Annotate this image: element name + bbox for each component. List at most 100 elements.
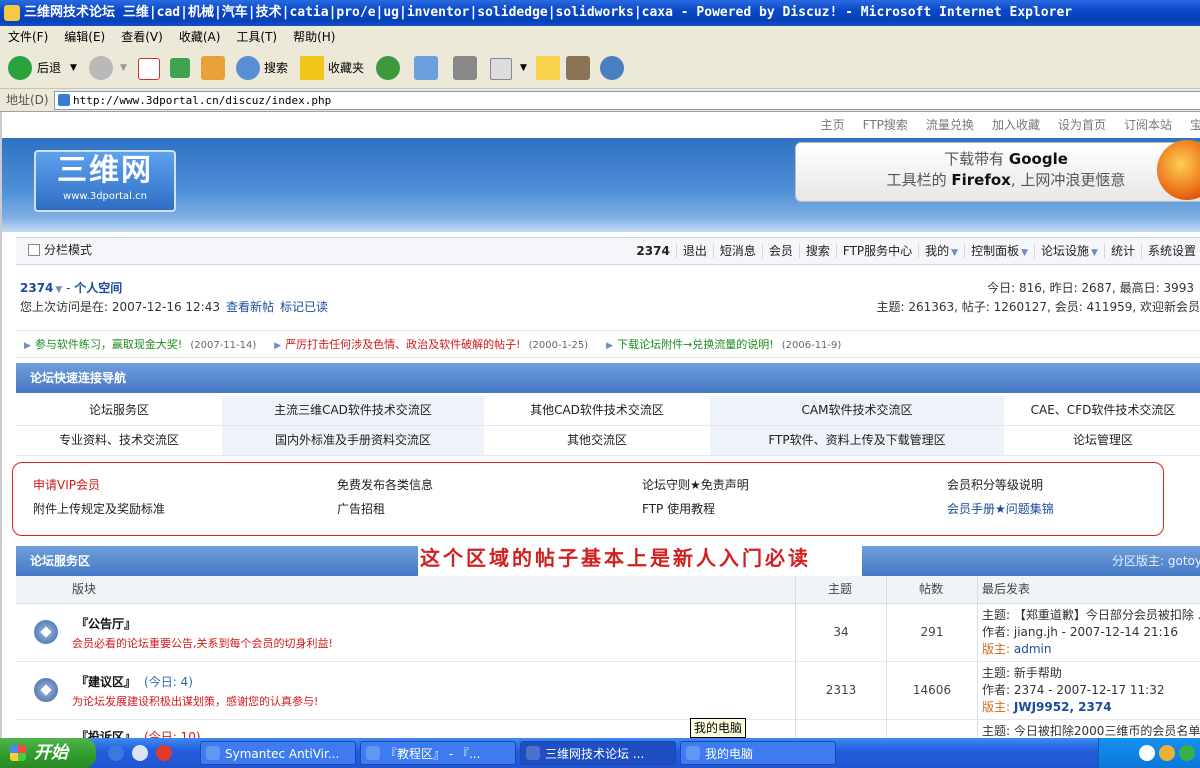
- top-link-cut[interactable]: 宝: [1190, 118, 1200, 132]
- task-symantec[interactable]: Symantec AntiVir...: [200, 741, 356, 765]
- forum-name[interactable]: 『建议区』 (今日: 4): [76, 673, 193, 690]
- nav-my[interactable]: 我的 ▼: [918, 244, 965, 258]
- forum-row[interactable]: 『投诉区』 (今日: 10) 主题: 今日被扣除2000三维币的会员名单: [16, 720, 1200, 738]
- last-post-author[interactable]: 作者: 2374 - 2007-12-17 11:32: [982, 682, 1165, 699]
- quicknav-link[interactable]: 论坛管理区: [1004, 426, 1200, 455]
- last-post-topic[interactable]: 主题: 新手帮助: [982, 665, 1165, 682]
- nav-facilities[interactable]: 论坛设施 ▼: [1034, 244, 1104, 258]
- user-dropdown-icon[interactable]: ▼: [55, 285, 62, 295]
- print-icon[interactable]: [453, 56, 477, 80]
- quicknav-link[interactable]: 论坛服务区: [16, 396, 222, 425]
- forum-row[interactable]: 『建议区』 (今日: 4) 为论坛发展建设积极出谋划策，感谢您的认真参与! 231…: [16, 662, 1200, 720]
- research-icon[interactable]: [566, 56, 590, 80]
- last-post-topic[interactable]: 主题: 【郑重道歉】今日部分会员被扣除 ...: [982, 607, 1200, 624]
- points-link[interactable]: 会员积分等级说明: [947, 476, 1043, 493]
- last-post-topic[interactable]: 主题: 今日被扣除2000三维币的会员名单: [982, 723, 1200, 738]
- menu-help[interactable]: 帮助(H): [285, 26, 343, 48]
- quicknav-link[interactable]: 主流三维CAD软件技术交流区: [222, 396, 484, 425]
- forum-name[interactable]: 『公告厅』: [76, 615, 136, 632]
- manual-link[interactable]: 会员手册★问题集锦: [947, 500, 1054, 517]
- quicknav-header[interactable]: 论坛快速连接导航: [16, 363, 1200, 393]
- forum-name[interactable]: 『投诉区』 (今日: 10): [76, 728, 201, 738]
- attachment-rules-link[interactable]: 附件上传规定及奖励标准: [33, 500, 165, 517]
- window-title-bar[interactable]: 三维网技术论坛 三维|cad|机械|汽车|技术|catia|pro/e|ug|i…: [0, 0, 1200, 26]
- nav-messages[interactable]: 短消息: [712, 244, 762, 258]
- moderator-names[interactable]: JWJ9952, 2374: [1014, 700, 1112, 714]
- favorites-star-icon[interactable]: [300, 56, 324, 80]
- nav-stats[interactable]: 统计: [1103, 244, 1141, 258]
- rules-link[interactable]: 论坛守则★免责声明: [642, 476, 749, 493]
- quicknav-link[interactable]: 国内外标准及手册资料交流区: [222, 426, 484, 455]
- top-link-subscribe[interactable]: 订阅本站: [1124, 118, 1172, 132]
- quicknav-link[interactable]: 其他交流区: [484, 426, 710, 455]
- back-dropdown-icon[interactable]: ▼: [70, 54, 77, 82]
- forum-row[interactable]: 『公告厅』 会员必看的论坛重要公告,关系到每个会员的切身利益! 34 291 主…: [16, 604, 1200, 662]
- task-my-computer[interactable]: 我的电脑: [680, 741, 836, 765]
- user-id[interactable]: 2374: [20, 281, 53, 295]
- start-button[interactable]: 开始: [0, 738, 96, 768]
- quicknav-link[interactable]: FTP软件、资料上传及下载管理区: [710, 426, 1004, 455]
- nav-control-panel[interactable]: 控制面板 ▼: [964, 244, 1035, 258]
- top-link-home[interactable]: 主页: [821, 118, 845, 132]
- nav-logout[interactable]: 退出: [675, 244, 713, 258]
- edit-word-icon[interactable]: [490, 58, 512, 80]
- quicknav-link[interactable]: 其他CAD软件技术交流区: [484, 396, 710, 425]
- announcement-item[interactable]: ▶ 下载论坛附件→兑换流量的说明! (2006-11-9): [606, 332, 851, 359]
- firefox-ad-banner[interactable]: 下载带有 Google 工具栏的 Firefox, 上网冲浪更惬意: [795, 142, 1200, 202]
- menu-favorites[interactable]: 收藏(A): [171, 26, 229, 48]
- top-link-add-favorite[interactable]: 加入收藏: [992, 118, 1040, 132]
- personal-space-link[interactable]: 个人空间: [74, 281, 122, 295]
- quicknav-link[interactable]: CAE、CFD软件技术交流区: [1004, 396, 1200, 425]
- quicknav-link[interactable]: 专业资料、技术交流区: [16, 426, 222, 455]
- tray-input-icon[interactable]: [1159, 745, 1175, 761]
- last-post-author[interactable]: 作者: jiang.jh - 2007-12-14 21:16: [982, 624, 1200, 641]
- opera-quicklaunch-icon[interactable]: [156, 745, 172, 761]
- menu-edit[interactable]: 编辑(E): [56, 26, 113, 48]
- nav-ftp-center[interactable]: FTP服务中心: [835, 244, 919, 258]
- announcement-item[interactable]: ▶ 参与软件练习，赢取现金大奖! (2007-11-14): [24, 332, 266, 359]
- vip-link[interactable]: 申请VIP会员: [33, 476, 100, 493]
- top-link-ftp-search[interactable]: FTP搜索: [863, 118, 908, 132]
- task-tutorial[interactable]: 『教程区』 - 『...: [360, 741, 516, 765]
- history-icon[interactable]: [376, 56, 400, 80]
- ftp-tutorial-link[interactable]: FTP 使用教程: [642, 500, 715, 517]
- moderator-names[interactable]: admin: [1014, 642, 1052, 656]
- tray-expand-icon[interactable]: [1139, 745, 1155, 761]
- ie-quicklaunch-icon[interactable]: [108, 745, 124, 761]
- free-info-link[interactable]: 免费发布各类信息: [337, 476, 433, 493]
- section-moderator[interactable]: 分区版主: gotoy: [1098, 546, 1200, 576]
- ads-link[interactable]: 广告招租: [337, 500, 385, 517]
- mark-read-link[interactable]: 标记已读: [280, 300, 328, 314]
- top-link-traffic[interactable]: 流量兑换: [926, 118, 974, 132]
- split-mode-label[interactable]: 分栏模式: [44, 238, 92, 262]
- show-desktop-icon[interactable]: [132, 745, 148, 761]
- quicknav-link[interactable]: CAM软件技术交流区: [710, 396, 1004, 425]
- back-arrow-icon[interactable]: [8, 56, 32, 80]
- forward-dropdown-icon[interactable]: ▼: [120, 54, 127, 82]
- site-logo[interactable]: 三维网 www.3dportal.cn: [34, 150, 176, 212]
- home-icon[interactable]: [201, 56, 225, 80]
- forward-arrow-icon[interactable]: [89, 56, 113, 80]
- messenger-icon[interactable]: [600, 56, 624, 80]
- address-input[interactable]: http://www.3dportal.cn/discuz/index.php: [54, 91, 1200, 110]
- task-forum[interactable]: 三维网技术论坛 ...: [520, 741, 676, 765]
- menu-tools[interactable]: 工具(T): [228, 26, 285, 48]
- refresh-icon[interactable]: [170, 58, 190, 78]
- announcement-item[interactable]: ▶ 严厉打击任何涉及色情、政治及软件破解的帖子! (2000-1-25): [274, 332, 598, 359]
- nav-members[interactable]: 会员: [761, 244, 799, 258]
- top-link-set-home[interactable]: 设为首页: [1058, 118, 1106, 132]
- nav-search[interactable]: 搜索: [798, 244, 836, 258]
- split-mode-checkbox[interactable]: [28, 244, 40, 256]
- mail-icon[interactable]: [414, 56, 438, 80]
- view-new-posts-link[interactable]: 查看新帖: [226, 300, 274, 314]
- stop-icon[interactable]: [138, 58, 160, 80]
- menu-view[interactable]: 查看(V): [113, 26, 171, 48]
- nav-settings[interactable]: 系统设置: [1140, 244, 1200, 258]
- menu-file[interactable]: 文件(F): [0, 26, 56, 48]
- search-button[interactable]: 搜索: [264, 54, 288, 82]
- nav-username[interactable]: 2374: [630, 244, 675, 258]
- tray-network-icon[interactable]: [1179, 745, 1195, 761]
- edit-dropdown-icon[interactable]: ▼: [520, 54, 527, 82]
- back-button[interactable]: 后退: [37, 54, 61, 82]
- notes-icon[interactable]: [536, 56, 560, 80]
